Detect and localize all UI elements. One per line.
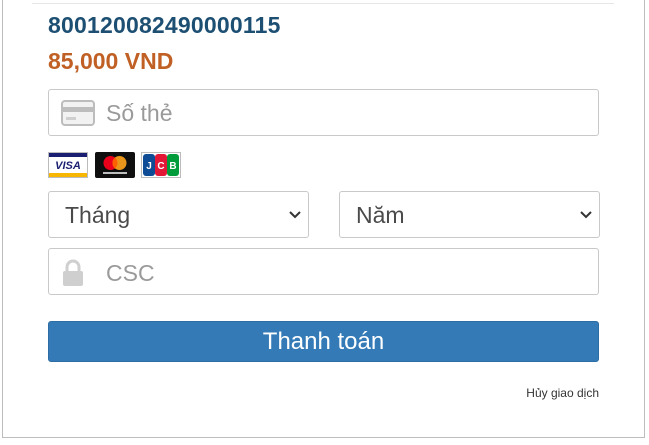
expiry-year-label: Năm [356,202,405,228]
card-number-field[interactable]: Số thẻ [48,89,599,136]
svg-text:J: J [146,161,152,172]
visa-logo: VISA [48,152,88,178]
svg-text:VISA: VISA [55,160,81,172]
svg-text:C: C [157,161,164,172]
mastercard-logo [95,152,135,178]
cancel-transaction-link[interactable]: Hủy giao dịch [526,386,599,400]
lock-icon [63,259,83,286]
expiry-month-select[interactable]: Tháng [48,191,309,238]
chevron-down-icon [289,211,301,219]
order-amount: 85,000 VND [48,48,174,74]
order-id: 800120082490000115 [48,12,281,38]
card-number-placeholder: Số thẻ [106,100,173,126]
svg-text:B: B [169,161,176,172]
expiry-month-label: Tháng [65,202,131,228]
csc-field[interactable]: CSC [48,248,599,295]
expiry-year-select[interactable]: Năm [339,191,600,238]
jcb-logo: J C B [141,152,181,178]
pay-button[interactable]: Thanh toán [48,321,599,362]
chevron-down-icon [580,211,592,219]
top-divider [32,3,614,4]
csc-placeholder: CSC [106,260,155,286]
credit-card-icon [61,100,95,126]
